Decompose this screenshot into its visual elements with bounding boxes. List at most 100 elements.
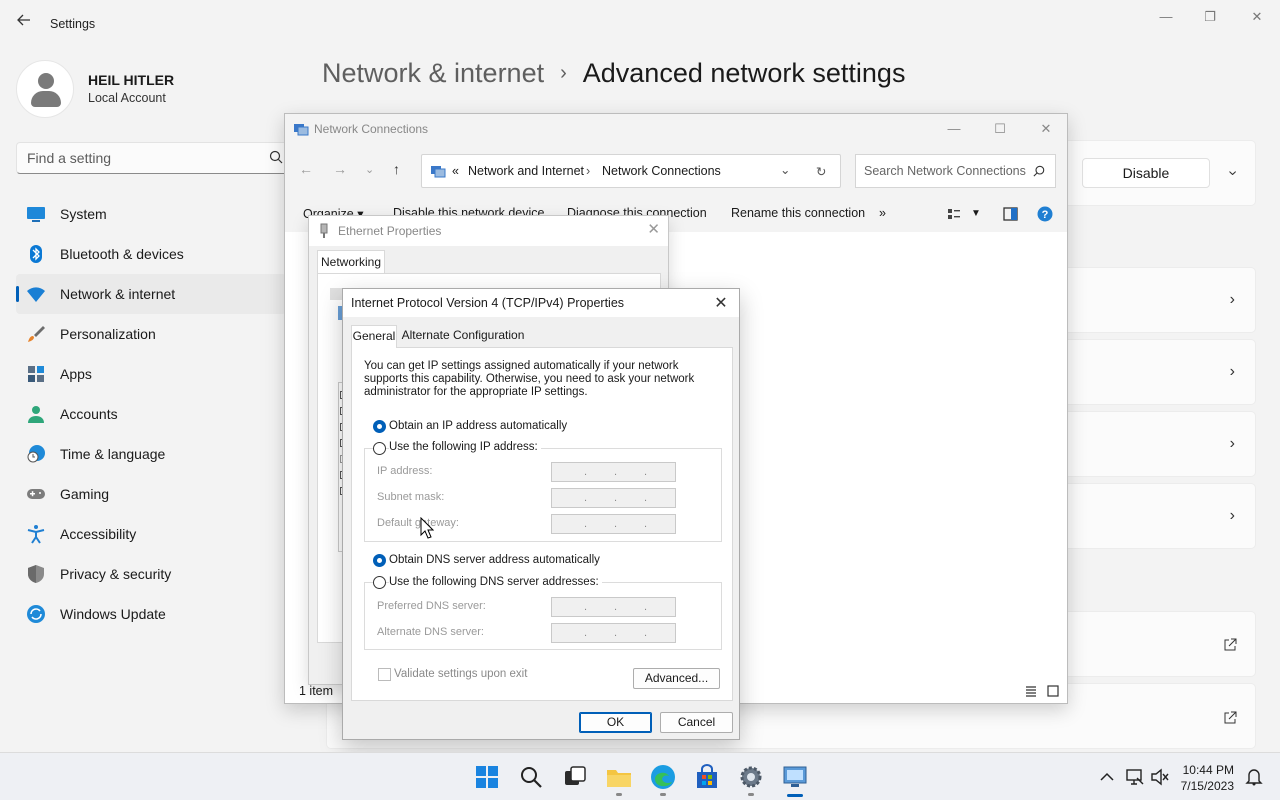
- settings-link-card[interactable]: [1040, 611, 1256, 677]
- sidebar-item-accounts[interactable]: Accounts: [16, 394, 286, 434]
- obtain-ip-auto-label[interactable]: Obtain an IP address automatically: [389, 420, 567, 432]
- settings-card[interactable]: ›: [1040, 267, 1256, 333]
- netconn-search[interactable]: [855, 154, 1056, 188]
- sidebar-item-label: Personalization: [60, 326, 156, 342]
- task-view-icon[interactable]: [561, 763, 589, 791]
- maximize-button[interactable]: ☐: [977, 118, 1023, 140]
- minimize-button[interactable]: —: [931, 118, 977, 140]
- use-following-ip-label[interactable]: Use the following IP address:: [389, 441, 541, 453]
- obtain-ip-auto-radio[interactable]: [373, 420, 386, 433]
- sidebar-item-label: Privacy & security: [60, 566, 172, 582]
- file-explorer-icon[interactable]: [605, 763, 633, 791]
- search-input[interactable]: [856, 155, 1026, 187]
- edge-icon[interactable]: [649, 763, 677, 791]
- sidebar-item-apps[interactable]: Apps: [16, 354, 286, 394]
- settings-card[interactable]: ›: [1040, 411, 1256, 477]
- shield-icon: [28, 565, 44, 583]
- refresh-icon[interactable]: ↻: [816, 164, 826, 179]
- sidebar-item-windows-update[interactable]: Windows Update: [16, 594, 286, 634]
- disable-button[interactable]: Disable: [1082, 158, 1210, 188]
- breadcrumb-parent[interactable]: Network & internet: [322, 58, 544, 88]
- close-button[interactable]: ✕: [647, 220, 660, 238]
- minimize-button[interactable]: —: [1146, 6, 1186, 28]
- close-button[interactable]: ✕: [711, 293, 731, 313]
- sidebar-item-system[interactable]: System: [16, 194, 286, 234]
- dialog-title: Internet Protocol Version 4 (TCP/IPv4) P…: [351, 296, 625, 310]
- sidebar-item-label: Accounts: [60, 406, 118, 422]
- chevron-right-icon: ›: [1229, 507, 1235, 524]
- sidebar-item-time-language[interactable]: Time & language: [16, 434, 286, 474]
- sidebar-item-privacy-security[interactable]: Privacy & security: [16, 554, 286, 594]
- cancel-button[interactable]: Cancel: [660, 712, 733, 733]
- restore-button[interactable]: ❐: [1190, 6, 1230, 28]
- address-dropdown-icon[interactable]: ⌄: [780, 162, 790, 177]
- address-segment[interactable]: Network Connections: [602, 164, 721, 178]
- address-overflow[interactable]: «: [452, 164, 459, 178]
- subnet-mask-label: Subnet mask:: [377, 491, 445, 503]
- forward-arrow-icon[interactable]: →: [333, 161, 347, 177]
- ok-button[interactable]: OK: [579, 712, 652, 733]
- ethernet-icon: [320, 223, 328, 238]
- obtain-dns-auto-label[interactable]: Obtain DNS server address automatically: [389, 554, 600, 566]
- alternate-dns-label: Alternate DNS server:: [377, 626, 484, 638]
- sidebar-item-network[interactable]: Network & internet: [16, 274, 286, 314]
- up-arrow-icon[interactable]: ↑: [393, 161, 400, 177]
- start-icon[interactable]: [473, 763, 501, 791]
- sidebar-item-personalization[interactable]: Personalization: [16, 314, 286, 354]
- clock[interactable]: 10:44 PM 7/15/2023: [1181, 762, 1234, 794]
- tab-alternate-configuration[interactable]: Alternate Configuration: [399, 325, 527, 347]
- preview-pane-icon[interactable]: [1003, 207, 1018, 221]
- validate-settings-checkbox[interactable]: [378, 668, 391, 681]
- tab-general[interactable]: General: [351, 325, 397, 348]
- settings-search[interactable]: [16, 142, 292, 174]
- large-icons-view-icon[interactable]: [1047, 685, 1059, 697]
- store-icon[interactable]: [693, 763, 721, 791]
- address-box[interactable]: « Network and Internet › Network Connect…: [421, 154, 841, 188]
- search-icon: [1033, 165, 1045, 177]
- settings-card[interactable]: ›: [1040, 483, 1256, 549]
- use-following-dns-label[interactable]: Use the following DNS server addresses:: [389, 576, 602, 588]
- update-icon: [27, 605, 45, 623]
- chevron-down-icon[interactable]: ›: [1223, 170, 1241, 175]
- external-link-icon: [1224, 711, 1237, 724]
- view-dropdown-icon[interactable]: ▼: [971, 208, 981, 219]
- search-input[interactable]: [17, 143, 257, 173]
- back-button[interactable]: [12, 12, 36, 36]
- rename-button[interactable]: Rename this connection: [731, 206, 865, 220]
- sidebar-item-bluetooth[interactable]: Bluetooth & devices: [16, 234, 286, 274]
- clock-date: 7/15/2023: [1180, 779, 1234, 793]
- details-view-icon[interactable]: [1025, 685, 1037, 697]
- notification-icon[interactable]: [1244, 767, 1264, 787]
- wifi-icon: [27, 287, 45, 302]
- network-tray-icon[interactable]: [1125, 767, 1145, 787]
- sidebar-item-gaming[interactable]: Gaming: [16, 474, 286, 514]
- search-icon[interactable]: [517, 763, 545, 791]
- help-icon[interactable]: ?: [1037, 206, 1053, 222]
- running-indicator: [616, 793, 622, 796]
- settings-gear-icon[interactable]: [737, 763, 765, 791]
- close-button[interactable]: ✕: [1023, 118, 1069, 140]
- system-icon: [27, 207, 45, 222]
- chevron-up-icon[interactable]: [1097, 767, 1117, 787]
- chevron-right-icon: ›: [1229, 291, 1235, 308]
- settings-titlebar: Settings — ❐ ✕: [0, 0, 1280, 48]
- obtain-dns-auto-radio[interactable]: [373, 554, 386, 567]
- settings-card[interactable]: ›: [1040, 339, 1256, 405]
- advanced-button[interactable]: Advanced...: [633, 668, 720, 689]
- more-commands-button[interactable]: »: [879, 206, 886, 220]
- tab-networking[interactable]: Networking: [317, 250, 385, 274]
- recent-locations-icon[interactable]: ⌄: [365, 163, 374, 176]
- use-following-dns-radio[interactable]: [373, 576, 386, 589]
- bluetooth-icon: [30, 245, 42, 263]
- search-icon[interactable]: [269, 150, 283, 169]
- network-connections-icon[interactable]: [781, 763, 809, 791]
- back-arrow-icon[interactable]: ←: [299, 161, 313, 177]
- use-following-ip-radio[interactable]: [373, 442, 386, 455]
- brush-icon: [28, 326, 45, 342]
- user-profile[interactable]: HEIL HITLER Local Account: [16, 56, 286, 120]
- sidebar-item-accessibility[interactable]: Accessibility: [16, 514, 286, 554]
- change-view-icon[interactable]: [947, 207, 961, 221]
- close-button[interactable]: ✕: [1237, 6, 1277, 28]
- volume-muted-icon[interactable]: [1150, 767, 1170, 787]
- address-segment[interactable]: Network and Internet: [468, 164, 584, 178]
